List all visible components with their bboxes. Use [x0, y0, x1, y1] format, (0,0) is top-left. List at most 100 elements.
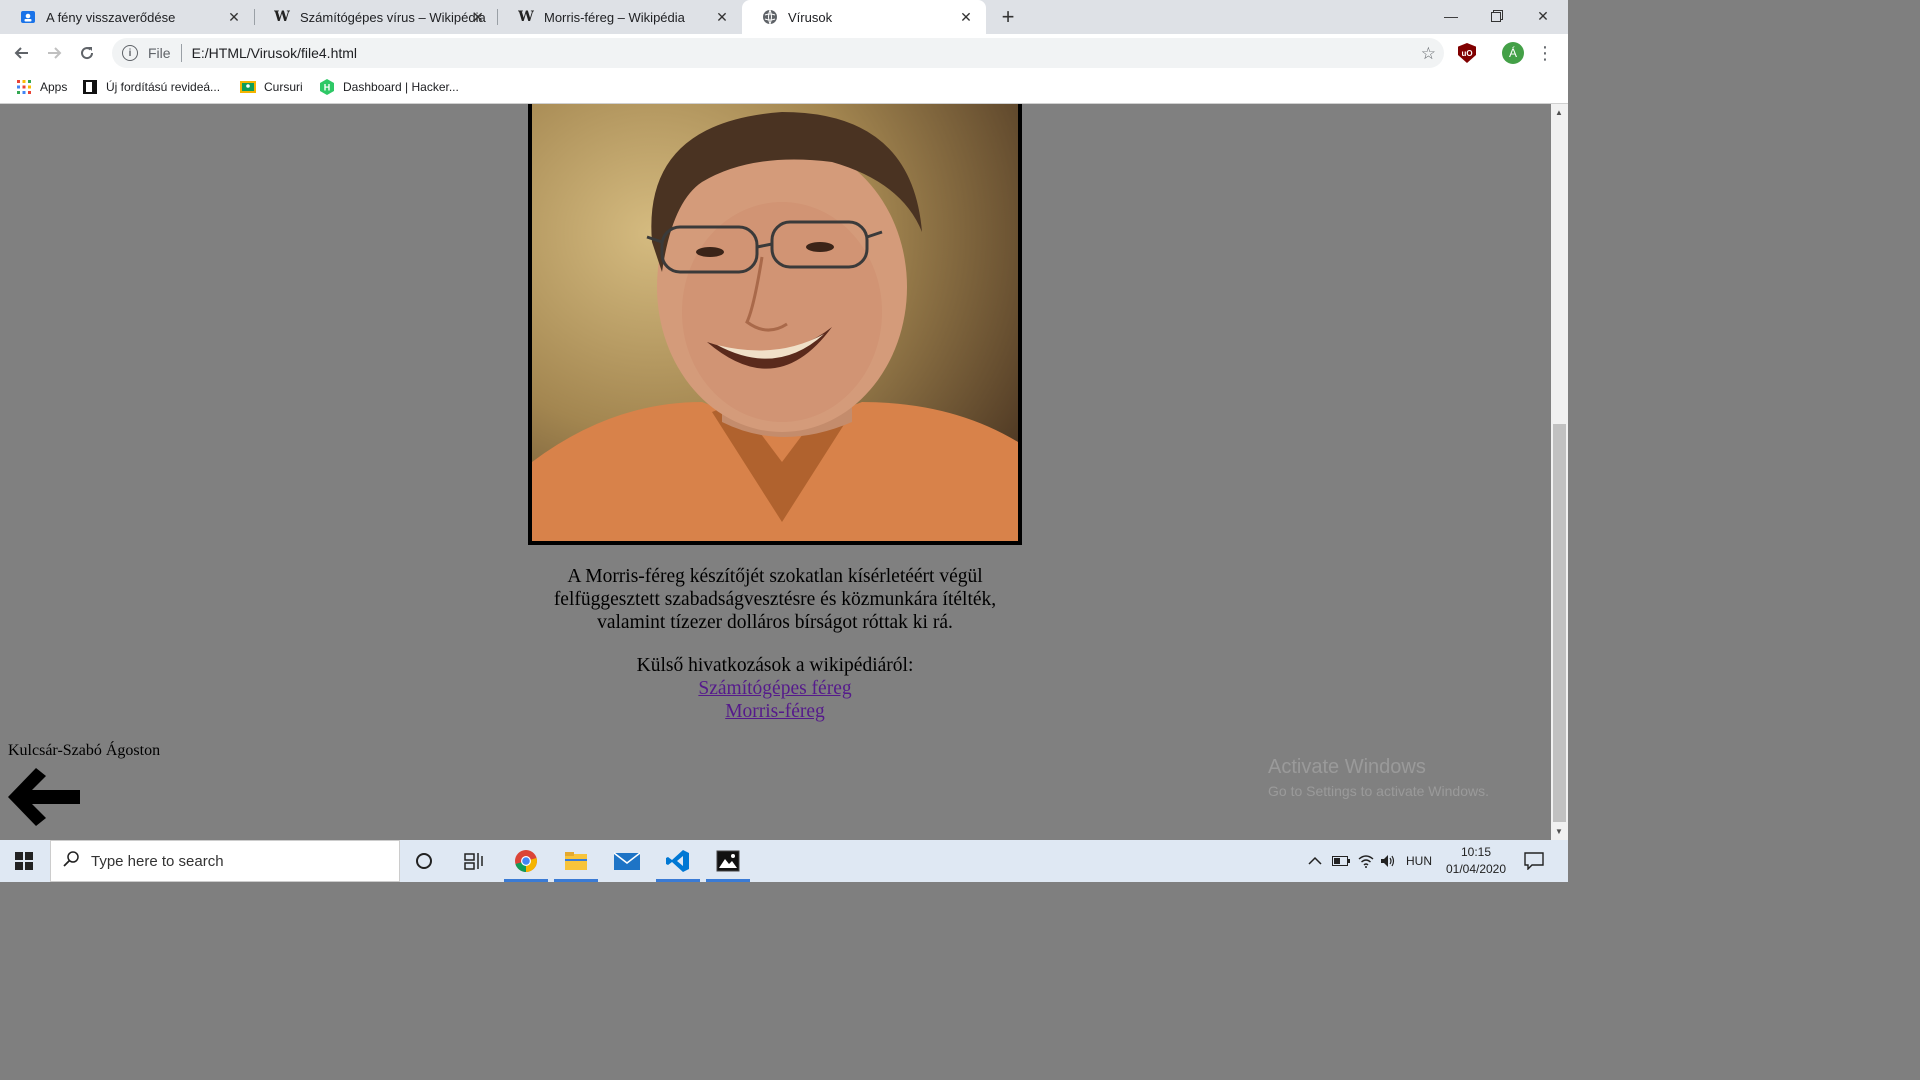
watermark-title: Activate Windows [1268, 756, 1426, 778]
forward-arrow-icon [48, 47, 62, 59]
browser-toolbar: i File E:/HTML/Virusok/file4.html ☆ uO Á… [0, 34, 1568, 71]
portrait-photo [532, 104, 1018, 541]
taskbar-chrome[interactable] [502, 840, 550, 882]
start-button[interactable] [0, 840, 48, 882]
scroll-thumb[interactable] [1553, 424, 1566, 822]
external-links: Külső hivatkozások a wikipédiáról: Számí… [520, 654, 1030, 723]
speaker-icon [1381, 855, 1395, 867]
battery-status[interactable] [1332, 840, 1350, 882]
browser-menu-icon[interactable]: ⋮ [1536, 42, 1554, 64]
scheme-label: File [148, 45, 171, 61]
contact-card-icon [20, 9, 36, 25]
tab-title: Számítógépes vírus – Wikipédia [300, 9, 486, 25]
tab-fény[interactable]: A fény visszaverődése ✕ [0, 0, 254, 34]
link-szamitogepes-fereg[interactable]: Számítógépes féreg [698, 678, 851, 699]
scroll-up-icon[interactable]: ▲ [1555, 108, 1563, 117]
apps-grid-icon [16, 79, 32, 95]
tab-morris-féreg[interactable]: W Morris-féreg – Wikipédia ✕ [498, 0, 742, 34]
paragraph-line: A Morris-féreg készítőjét szokatlan kísé… [567, 566, 983, 587]
new-tab-button[interactable]: + [996, 4, 1020, 29]
close-tab-icon[interactable]: ✕ [226, 9, 242, 25]
url-text[interactable]: E:/HTML/Virusok/file4.html [192, 45, 357, 61]
profile-avatar[interactable]: Á [1502, 42, 1524, 64]
action-center-button[interactable] [1524, 840, 1544, 882]
bookmark-dashboard-hacker[interactable]: H Dashboard | Hacker... [319, 77, 459, 97]
taskbar-file-explorer[interactable] [552, 840, 600, 882]
paragraph-line: felfüggesztett szabadságvesztésre és köz… [553, 589, 997, 610]
watermark-subtitle: Go to Settings to activate Windows. [1268, 783, 1489, 799]
chrome-icon [515, 850, 537, 872]
bookmarks-bar: Apps Új fordítású revideá... Cursuri H D… [0, 71, 1568, 104]
taskbar-search[interactable]: Type here to search [50, 840, 400, 882]
task-view-button[interactable] [450, 840, 498, 882]
portrait-illustration [532, 104, 1018, 541]
paragraph-text: A Morris-féreg készítőjét szokatlan kísé… [520, 565, 1030, 634]
globe-icon [762, 9, 778, 25]
notification-icon [1524, 852, 1544, 870]
link-morris-fereg[interactable]: Morris-féreg [725, 701, 825, 722]
clock-time: 10:15 [1460, 845, 1492, 859]
bookmark-label: Apps [40, 80, 68, 94]
mail-icon [614, 852, 640, 870]
search-placeholder: Type here to search [91, 852, 224, 870]
page-scrollbar[interactable]: ▲ ▼ [1551, 104, 1568, 840]
windows-taskbar: Type here to search HUN 10:15 01/04/2020 [0, 840, 1568, 882]
taskbar-clock[interactable]: 10:15 01/04/2020 [1440, 844, 1512, 878]
links-heading: Külső hivatkozások a wikipédiáról: [636, 655, 914, 676]
hackerrank-icon: H [319, 79, 335, 95]
reload-icon [81, 47, 94, 60]
reload-button[interactable] [74, 40, 100, 66]
ublock-origin-icon[interactable]: uO [1458, 43, 1476, 63]
bookmark-cursuri[interactable]: Cursuri [240, 77, 303, 97]
bookmark-label: Dashboard | Hacker... [343, 80, 459, 94]
classroom-icon [240, 79, 256, 95]
taskbar-vscode[interactable] [654, 840, 702, 882]
input-language[interactable]: HUN [1406, 840, 1432, 882]
folder-icon [565, 852, 587, 870]
tab-title: A fény visszaverődése [46, 9, 176, 25]
back-arrow-icon[interactable] [8, 768, 82, 826]
vscode-icon [666, 850, 689, 872]
bookmark-label: Cursuri [264, 80, 303, 94]
taskbar-photos[interactable] [704, 840, 752, 882]
back-button[interactable] [9, 40, 35, 66]
bookmark-label: Új fordítású revideá... [106, 80, 221, 94]
bookmark-uj-forditasu[interactable]: Új fordítású revideá... [82, 77, 220, 97]
forward-button[interactable] [41, 40, 67, 66]
activate-windows-watermark: Activate Windows Go to Settings to activ… [1268, 756, 1489, 799]
wifi-icon [1358, 855, 1374, 868]
book-icon [82, 79, 98, 95]
svg-text:H: H [324, 83, 331, 93]
search-icon [63, 851, 79, 871]
omnibox-divider [180, 44, 182, 62]
tab-strip: A fény visszaverődése ✕ W Számítógépes v… [0, 0, 1568, 34]
author-name: Kulcsár-Szabó Ágoston [8, 742, 161, 759]
restore-button[interactable] [1474, 0, 1520, 32]
close-tab-icon[interactable]: ✕ [470, 9, 486, 25]
web-page: A Morris-féreg készítőjét szokatlan kísé… [0, 104, 1551, 840]
tab-title: Morris-féreg – Wikipédia [544, 9, 685, 25]
volume-control[interactable] [1380, 840, 1396, 882]
restore-icon [1491, 10, 1503, 22]
tab-title: Vírusok [788, 9, 833, 25]
clock-date: 01/04/2020 [1445, 862, 1507, 876]
show-hidden-icons[interactable] [1308, 840, 1322, 882]
taskbar-mail[interactable] [603, 840, 651, 882]
close-window-button[interactable]: ✕ [1520, 0, 1566, 32]
bookmark-star-icon[interactable]: ☆ [1421, 44, 1436, 64]
close-tab-icon[interactable]: ✕ [714, 9, 730, 25]
bookmark-apps[interactable]: Apps [16, 77, 67, 97]
address-bar[interactable]: i File E:/HTML/Virusok/file4.html ☆ [112, 38, 1444, 68]
network-status[interactable] [1358, 840, 1374, 882]
cortana-button[interactable] [400, 840, 448, 882]
photos-icon [716, 850, 740, 872]
chevron-up-icon [1308, 856, 1322, 865]
tab-számítógépes-vírus[interactable]: W Számítógépes vírus – Wikipédia ✕ [254, 0, 498, 34]
tab-vírusok[interactable]: Vírusok ✕ [742, 0, 986, 34]
minimize-button[interactable]: — [1428, 0, 1474, 32]
back-arrow-icon [14, 47, 28, 59]
close-tab-icon[interactable]: ✕ [958, 9, 974, 25]
scroll-down-icon[interactable]: ▼ [1555, 827, 1563, 836]
wikipedia-icon: W [274, 9, 290, 25]
info-icon[interactable]: i [122, 45, 138, 61]
